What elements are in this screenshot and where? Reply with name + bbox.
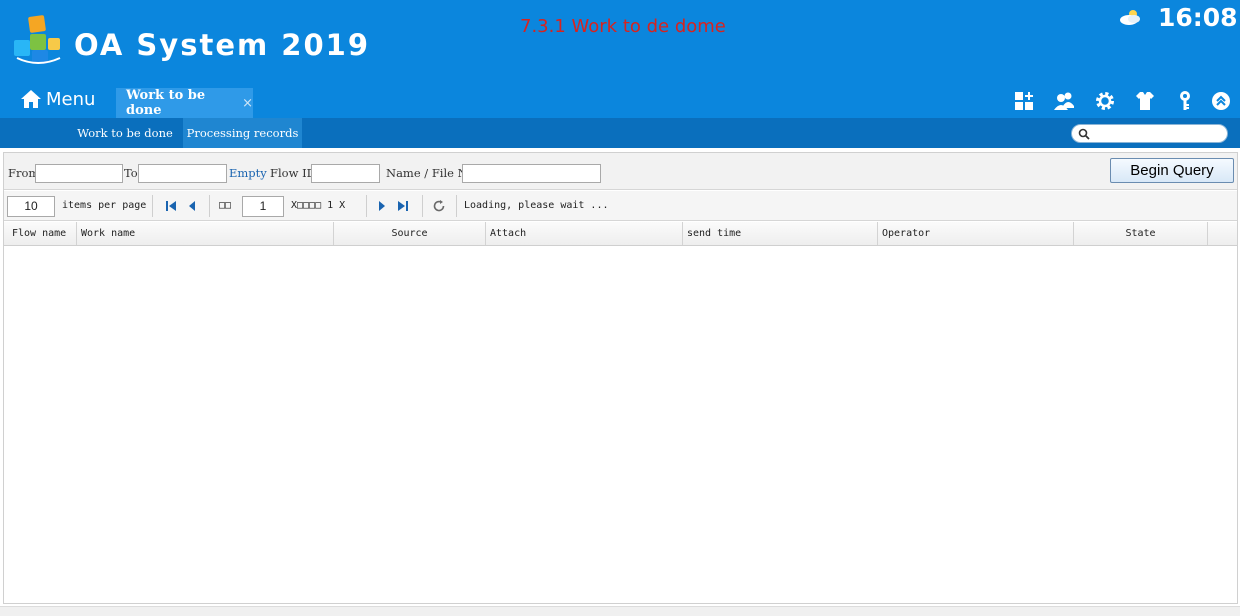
flow-id-label: Flow ID: [270, 166, 316, 180]
column-attach[interactable]: Attach: [486, 222, 683, 245]
clock-time: 16:08: [1158, 3, 1238, 32]
to-date-input[interactable]: [138, 164, 227, 183]
last-page-icon[interactable]: [396, 199, 410, 213]
search-icon: [1078, 128, 1090, 140]
items-per-page-label: items per page: [62, 200, 147, 211]
apps-add-icon[interactable]: [1013, 90, 1035, 112]
tab-work-to-be-done[interactable]: Work to be done ×: [116, 88, 253, 118]
menu-button[interactable]: Menu: [20, 86, 95, 112]
key-icon[interactable]: [1174, 90, 1196, 112]
weather-cloudy-icon: [1120, 10, 1140, 25]
to-label: To: [124, 166, 138, 180]
page-size-select[interactable]: 10: [7, 196, 55, 217]
page-total-text: X□□□□ 1 X: [291, 200, 346, 211]
collapse-up-icon[interactable]: [1211, 91, 1231, 111]
home-icon: [21, 90, 41, 108]
column-work-name[interactable]: Work name: [77, 222, 334, 245]
table-body: [4, 247, 1237, 603]
previous-page-icon[interactable]: [185, 199, 199, 213]
query-bar: From To Empty Flow ID Name / File No. Be…: [4, 153, 1237, 190]
empty-link[interactable]: Empty: [229, 166, 267, 180]
main-content: From To Empty Flow ID Name / File No. Be…: [3, 152, 1238, 604]
menu-label: Menu: [46, 88, 96, 110]
name-file-input[interactable]: [462, 164, 601, 183]
pager-separator: [152, 195, 153, 217]
column-state[interactable]: State: [1074, 222, 1208, 245]
page-number-input[interactable]: 1: [242, 196, 284, 217]
users-icon[interactable]: [1053, 90, 1075, 112]
column-send-time[interactable]: send time: [683, 222, 878, 245]
column-flow-name[interactable]: Flow name: [4, 222, 77, 245]
subtab-processing-records[interactable]: Processing records: [183, 118, 302, 148]
column-operator[interactable]: Operator: [878, 222, 1074, 245]
shirt-skin-icon[interactable]: [1134, 90, 1156, 112]
flow-id-input[interactable]: [311, 164, 380, 183]
next-page-icon[interactable]: [375, 199, 389, 213]
begin-query-button[interactable]: Begin Query: [1110, 158, 1234, 183]
search-input[interactable]: [1094, 126, 1222, 141]
footer-bar: [0, 606, 1240, 616]
page-annotation: 7.3.1 Work to de dome: [520, 16, 726, 37]
loading-status: Loading, please wait ...: [464, 200, 609, 211]
settings-gear-icon[interactable]: [1094, 90, 1116, 112]
pager-separator: [456, 195, 457, 217]
tab-label: Work to be done: [126, 88, 206, 118]
from-date-input[interactable]: [35, 164, 123, 183]
pagination-bar: 10 items per page □□ 1 X□□□□ 1 X Loading…: [4, 191, 1237, 221]
pager-separator: [422, 195, 423, 217]
page-prefix-text: □□: [219, 200, 232, 211]
refresh-icon[interactable]: [432, 199, 446, 213]
column-source[interactable]: Source: [334, 222, 486, 245]
search-box[interactable]: [1071, 124, 1228, 143]
app-logo-icon: [14, 15, 61, 64]
pager-separator: [366, 195, 367, 217]
table-header: Flow name Work name Source Attach send t…: [4, 222, 1237, 246]
tab-close-icon[interactable]: ×: [242, 96, 253, 111]
sub-navigation: Work to be done Processing records: [0, 118, 1240, 148]
app-title: OA System 2019: [74, 28, 371, 62]
top-header: OA System 2019 7.3.1 Work to de dome 16:…: [0, 0, 1240, 118]
first-page-icon[interactable]: [164, 199, 178, 213]
subtab-work-to-be-done[interactable]: Work to be done: [72, 118, 178, 148]
pager-separator: [209, 195, 210, 217]
